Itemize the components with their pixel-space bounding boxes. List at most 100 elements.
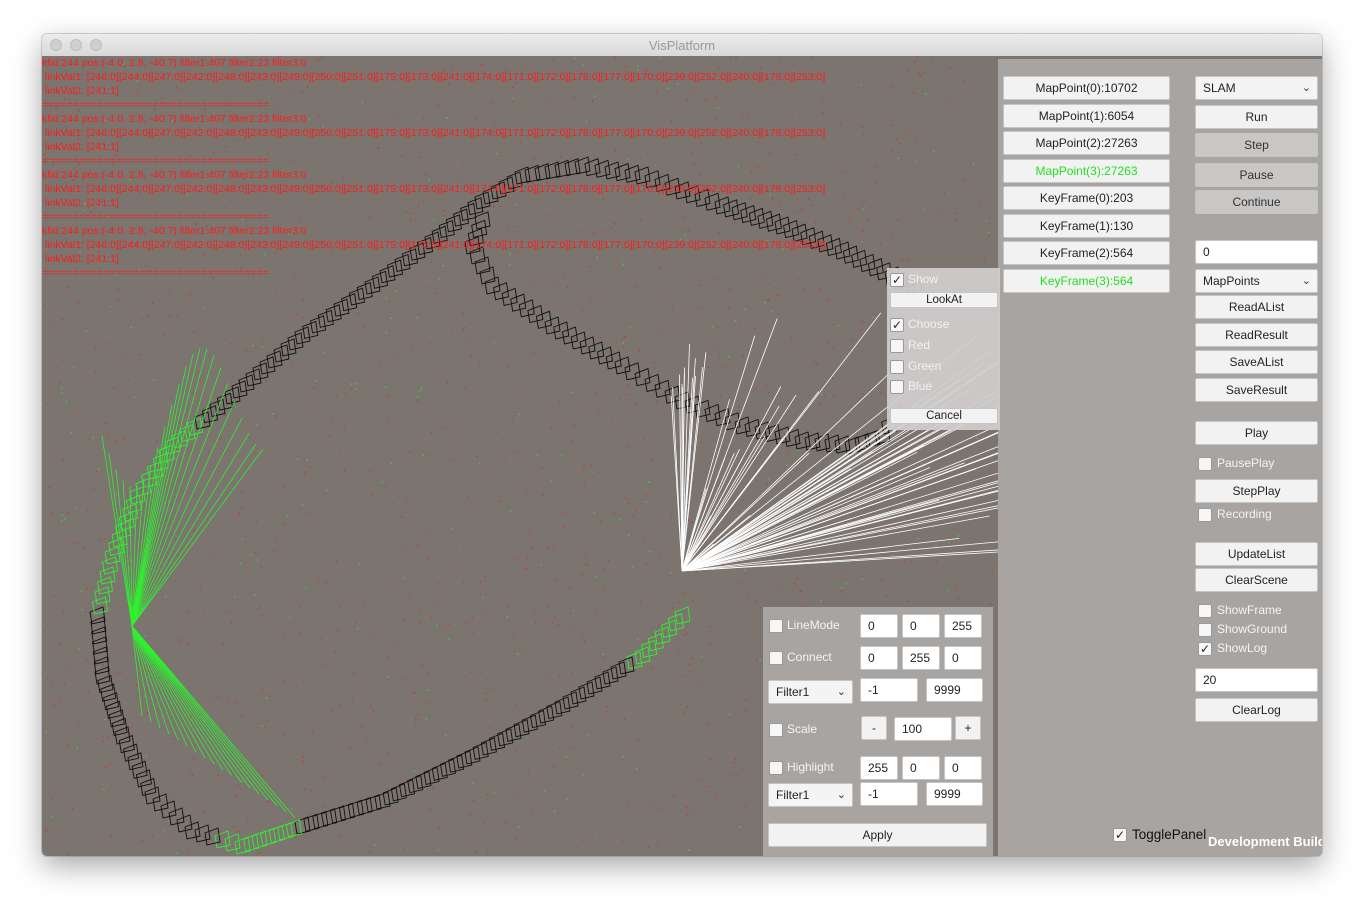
scale-label: Scale: [787, 722, 818, 736]
title-bar: VisPlatform: [42, 34, 1322, 57]
show-ground-label: ShowGround: [1217, 622, 1288, 636]
toggle-panel-checkbox[interactable]: ✓: [1113, 828, 1127, 842]
scale-checkbox[interactable]: [769, 723, 783, 737]
render-settings-panel: LineMode 0 0 255 Connect 0 255 0 Filter1…: [763, 607, 993, 856]
apply-button[interactable]: Apply: [768, 823, 987, 847]
clear-scene-button[interactable]: ClearScene: [1195, 568, 1318, 592]
popup-choose-label: Choose: [908, 317, 950, 331]
line-mode-checkbox[interactable]: [769, 619, 783, 633]
scale-input[interactable]: 100: [894, 717, 952, 741]
mode-select[interactable]: SLAM ⌄: [1195, 76, 1318, 100]
step-play-button[interactable]: StepPlay: [1195, 479, 1318, 503]
line-g-input[interactable]: 0: [902, 614, 940, 638]
filter-a-max-input[interactable]: 9999: [926, 678, 983, 702]
index-input[interactable]: 0: [1195, 240, 1318, 264]
log-count-input[interactable]: 20: [1195, 668, 1318, 692]
mappoint0-button[interactable]: MapPoint(0):10702: [1003, 76, 1170, 100]
checkmark-icon: ✓: [1114, 828, 1126, 842]
update-list-button[interactable]: UpdateList: [1195, 542, 1318, 566]
popup-show-checkbox[interactable]: ✓: [890, 273, 904, 287]
read-alist-button[interactable]: ReadAList: [1195, 295, 1318, 319]
read-result-button[interactable]: ReadResult: [1195, 323, 1318, 347]
recording-checkbox[interactable]: [1198, 508, 1212, 522]
conn-b-input[interactable]: 0: [944, 646, 982, 670]
run-button[interactable]: Run: [1195, 105, 1318, 129]
line-b-input[interactable]: 255: [944, 614, 982, 638]
list-select[interactable]: MapPoints ⌄: [1195, 269, 1318, 293]
scale-minus-button[interactable]: -: [861, 716, 887, 740]
popup-blue-checkbox[interactable]: [890, 380, 904, 394]
pause-play-checkbox[interactable]: [1198, 457, 1212, 471]
line-r-input[interactable]: 0: [860, 614, 898, 638]
filter-b-max-input[interactable]: 9999: [926, 782, 983, 806]
save-result-button[interactable]: SaveResult: [1195, 378, 1318, 402]
development-build-label: Development Build: [1208, 834, 1322, 849]
show-log-checkbox[interactable]: ✓: [1198, 642, 1212, 656]
pause-play-label: PausePlay: [1217, 456, 1275, 470]
log-line: linkVal2: [241:1]: [42, 141, 119, 153]
chevron-down-icon: ⌄: [836, 686, 846, 698]
save-alist-button[interactable]: SaveAList: [1195, 350, 1318, 374]
selection-popup: ✓ Show LookAt ✓ Choose Red Green Blue Ca…: [887, 268, 1000, 430]
show-frame-checkbox[interactable]: [1198, 604, 1212, 618]
look-at-button[interactable]: LookAt: [890, 292, 998, 308]
log-line: kfid:244 pos:(-4.0, 2.8, -40.7) filter1:…: [42, 169, 307, 181]
log-line: =====================================: [42, 267, 269, 279]
filter-a-select[interactable]: Filter1 ⌄: [768, 680, 853, 704]
checkmark-icon: ✓: [891, 273, 903, 287]
log-line: linkVal2: [241:1]: [42, 197, 119, 209]
popup-red-label: Red: [908, 338, 931, 352]
popup-red-checkbox[interactable]: [890, 339, 904, 353]
scale-plus-button[interactable]: +: [955, 716, 981, 740]
clear-log-button[interactable]: ClearLog: [1195, 698, 1318, 722]
mappoint3-button[interactable]: MapPoint(3):27263: [1003, 159, 1170, 183]
chevron-down-icon: ⌄: [1301, 82, 1311, 94]
show-log-label: ShowLog: [1217, 641, 1268, 655]
hl-r-input[interactable]: 255: [860, 756, 898, 780]
play-button[interactable]: Play: [1195, 421, 1318, 445]
filter-a-min-input[interactable]: -1: [860, 678, 918, 702]
3d-viewport[interactable]: kfid:244 pos:(-4.0, 2.8, -40.7) filter1:…: [42, 56, 1322, 856]
filter-a-value: Filter1: [776, 685, 810, 699]
log-line: linkVal1: [246:0][244:0][247:0][242:0][2…: [42, 127, 826, 139]
popup-green-label: Green: [908, 359, 942, 373]
popup-cancel-button[interactable]: Cancel: [890, 408, 998, 424]
log-line: linkVal1: [246:0][244:0][247:0][242:0][2…: [42, 239, 826, 251]
show-frame-label: ShowFrame: [1217, 603, 1282, 617]
keyframe2-button[interactable]: KeyFrame(2):564: [1003, 241, 1170, 265]
step-button[interactable]: Step: [1195, 133, 1318, 157]
toggle-panel-label: TogglePanel: [1132, 827, 1207, 842]
keyframe3-button[interactable]: KeyFrame(3):564: [1003, 269, 1170, 293]
keyframe0-button[interactable]: KeyFrame(0):203: [1003, 186, 1170, 210]
popup-show-label: Show: [908, 272, 939, 286]
connect-label: Connect: [787, 650, 832, 664]
popup-green-checkbox[interactable]: [890, 360, 904, 374]
filter-b-select[interactable]: Filter1 ⌄: [768, 783, 853, 807]
mappoint1-button[interactable]: MapPoint(1):6054: [1003, 104, 1170, 128]
popup-choose-checkbox[interactable]: ✓: [890, 318, 904, 332]
conn-g-input[interactable]: 255: [902, 646, 940, 670]
mappoint2-button[interactable]: MapPoint(2):27263: [1003, 131, 1170, 155]
continue-button[interactable]: Continue: [1195, 190, 1318, 214]
pause-button[interactable]: Pause: [1195, 163, 1318, 187]
app-window: VisPlatform kfid:244 pos:(-4.0, 2.8, -40…: [42, 34, 1322, 856]
list-select-value: MapPoints: [1203, 274, 1260, 288]
chevron-down-icon: ⌄: [836, 789, 846, 801]
checkmark-icon: ✓: [891, 318, 903, 332]
highlight-checkbox[interactable]: [769, 761, 783, 775]
window-title: VisPlatform: [648, 38, 716, 53]
hl-g-input[interactable]: 0: [902, 756, 940, 780]
show-ground-checkbox[interactable]: [1198, 623, 1212, 637]
log-line: =====================================: [42, 155, 269, 167]
log-line: linkVal2: [241:1]: [42, 85, 119, 97]
connect-checkbox[interactable]: [769, 651, 783, 665]
filter-b-min-input[interactable]: -1: [860, 782, 918, 806]
line-mode-label: LineMode: [787, 618, 840, 632]
chevron-down-icon: ⌄: [1301, 275, 1311, 287]
filter-b-value: Filter1: [776, 788, 810, 802]
hl-b-input[interactable]: 0: [944, 756, 982, 780]
conn-r-input[interactable]: 0: [860, 646, 898, 670]
keyframe1-button[interactable]: KeyFrame(1):130: [1003, 214, 1170, 238]
recording-label: Recording: [1217, 507, 1272, 521]
mode-select-value: SLAM: [1203, 81, 1236, 95]
